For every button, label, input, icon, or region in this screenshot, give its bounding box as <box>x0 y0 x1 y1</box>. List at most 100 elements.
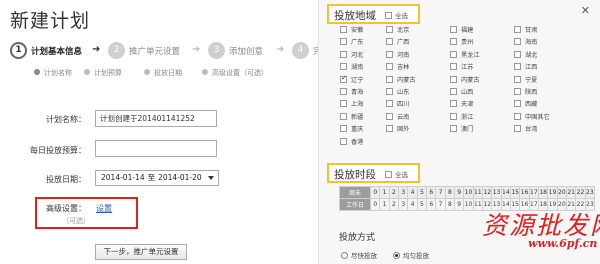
region-item[interactable]: 湖南 <box>340 63 363 71</box>
hour-cell[interactable]: 17 <box>528 186 540 199</box>
checkbox-icon[interactable] <box>386 88 393 95</box>
checkbox-icon[interactable] <box>386 50 393 58</box>
checkbox-icon[interactable] <box>340 125 347 133</box>
hour-cell[interactable]: 8 <box>444 186 456 199</box>
region-item[interactable]: 河北 <box>340 50 363 59</box>
checkbox-icon[interactable] <box>340 137 347 145</box>
checkbox-icon[interactable] <box>386 100 393 108</box>
checkbox-icon[interactable] <box>340 88 347 95</box>
region-item[interactable]: 宁夏 <box>514 75 537 84</box>
hour-cell[interactable]: 13 <box>491 186 502 199</box>
hour-cell[interactable]: 4 <box>407 198 418 211</box>
hour-cell[interactable]: 23 <box>584 186 596 199</box>
region-item[interactable]: 云南 <box>386 112 409 121</box>
hour-cell[interactable]: 0 <box>370 186 381 199</box>
checkbox-icon[interactable] <box>514 125 521 133</box>
hour-cell[interactable]: 9 <box>454 198 465 211</box>
hour-cell[interactable]: 0 <box>370 198 381 211</box>
region-item[interactable]: 山西 <box>450 88 473 96</box>
region-item[interactable]: 上海 <box>340 100 363 108</box>
hour-cell[interactable]: 12 <box>482 186 493 199</box>
close-icon[interactable]: ✕ <box>581 4 590 17</box>
hour-cell[interactable]: 5 <box>416 198 428 211</box>
hour-cell[interactable]: 19 <box>547 186 558 199</box>
region-item[interactable]: 浙江 <box>450 112 473 121</box>
hour-cell[interactable]: 3 <box>398 186 409 199</box>
checkbox-icon[interactable] <box>514 26 521 33</box>
checkbox-icon[interactable] <box>340 112 347 120</box>
region-item[interactable]: 北京 <box>386 26 409 34</box>
hour-cell[interactable]: 20 <box>556 186 568 199</box>
checkbox-icon[interactable] <box>386 26 393 33</box>
checkbox-icon[interactable] <box>514 38 521 46</box>
checkbox-icon[interactable] <box>386 112 393 120</box>
region-item[interactable]: 内蒙古 <box>450 75 480 84</box>
daily-budget-input[interactable] <box>95 140 217 157</box>
region-item[interactable]: 海南 <box>514 38 537 46</box>
hour-cell[interactable]: 6 <box>426 186 437 199</box>
region-item[interactable]: 广西 <box>386 38 409 46</box>
region-item[interactable]: 西藏 <box>514 100 537 108</box>
region-item[interactable]: 重庆 <box>340 125 363 133</box>
hour-cell[interactable]: 11 <box>472 186 484 199</box>
checkbox-icon[interactable] <box>386 38 393 46</box>
checkbox-icon[interactable] <box>450 100 457 108</box>
checkbox-icon[interactable] <box>340 26 347 33</box>
region-item[interactable]: 青海 <box>340 88 363 96</box>
checkbox-icon[interactable] <box>514 75 521 83</box>
hour-cell[interactable]: 16 <box>519 186 530 199</box>
checkbox-icon[interactable] <box>514 63 521 71</box>
region-item[interactable]: 天津 <box>450 100 473 108</box>
mode-option-fast[interactable]: 尽快投放 <box>341 250 377 260</box>
radio-icon[interactable] <box>393 252 400 259</box>
hour-cell[interactable]: 18 <box>537 186 549 199</box>
hour-cell[interactable]: 1 <box>379 186 390 199</box>
checkbox-icon[interactable] <box>450 125 457 133</box>
region-item[interactable]: 黑龙江 <box>450 50 480 59</box>
hour-cell[interactable]: 2 <box>388 186 400 199</box>
advanced-settings-link[interactable]: 设置 <box>96 203 112 214</box>
region-item[interactable]: 江苏 <box>450 63 473 71</box>
region-item[interactable]: 广东 <box>340 38 363 46</box>
region-item[interactable]: 吉林 <box>386 63 409 71</box>
region-item[interactable]: 陕西 <box>514 88 537 96</box>
hour-cell[interactable]: 10 <box>463 198 474 211</box>
region-item[interactable]: 内蒙古 <box>386 75 416 84</box>
checkbox-icon[interactable] <box>514 50 521 58</box>
plan-name-input[interactable] <box>95 110 217 127</box>
region-item[interactable]: 国外 <box>386 125 409 133</box>
region-item[interactable]: 江西 <box>514 63 537 71</box>
checkbox-icon[interactable] <box>514 88 521 95</box>
hour-cell[interactable]: 4 <box>407 186 418 199</box>
hour-cell[interactable]: 6 <box>426 198 437 211</box>
region-select-all-checkbox[interactable] <box>385 12 392 19</box>
checkbox-icon[interactable] <box>450 26 457 33</box>
region-item[interactable]: 山东 <box>386 88 409 96</box>
checkbox-icon[interactable] <box>386 75 393 83</box>
hour-cell[interactable]: 9 <box>454 186 465 199</box>
hour-cell[interactable]: 5 <box>416 186 428 199</box>
checkbox-icon[interactable] <box>386 125 393 133</box>
checkbox-icon[interactable] <box>340 38 347 46</box>
region-item[interactable]: 贵州 <box>450 38 473 46</box>
checkbox-icon[interactable] <box>450 38 457 46</box>
mode-option-even[interactable]: 均匀投放 <box>393 250 429 260</box>
region-item[interactable]: 台湾 <box>514 125 537 133</box>
region-item[interactable]: 中国其它 <box>514 112 550 121</box>
region-item[interactable]: 河南 <box>386 50 409 59</box>
hour-cell[interactable]: 7 <box>435 186 446 199</box>
region-item[interactable]: 新疆 <box>340 112 363 121</box>
hour-cell[interactable]: 2 <box>388 198 400 211</box>
checkbox-icon[interactable] <box>450 50 457 58</box>
next-step-button[interactable]: 下一步，推广单元设置 <box>95 244 187 260</box>
hour-cell[interactable]: 15 <box>509 186 521 199</box>
hour-cell[interactable]: 7 <box>435 198 446 211</box>
checkbox-icon[interactable] <box>514 112 521 120</box>
hour-cell[interactable]: 1 <box>379 198 390 211</box>
hour-cell[interactable]: 10 <box>463 186 474 199</box>
region-item[interactable]: 四川 <box>386 100 409 108</box>
date-range-select[interactable]: 2014-01-14 至 2014-01-20 <box>95 170 219 186</box>
region-item[interactable]: 香港 <box>340 137 363 146</box>
region-item[interactable]: 安徽 <box>340 26 363 34</box>
checkbox-icon[interactable] <box>514 100 521 108</box>
